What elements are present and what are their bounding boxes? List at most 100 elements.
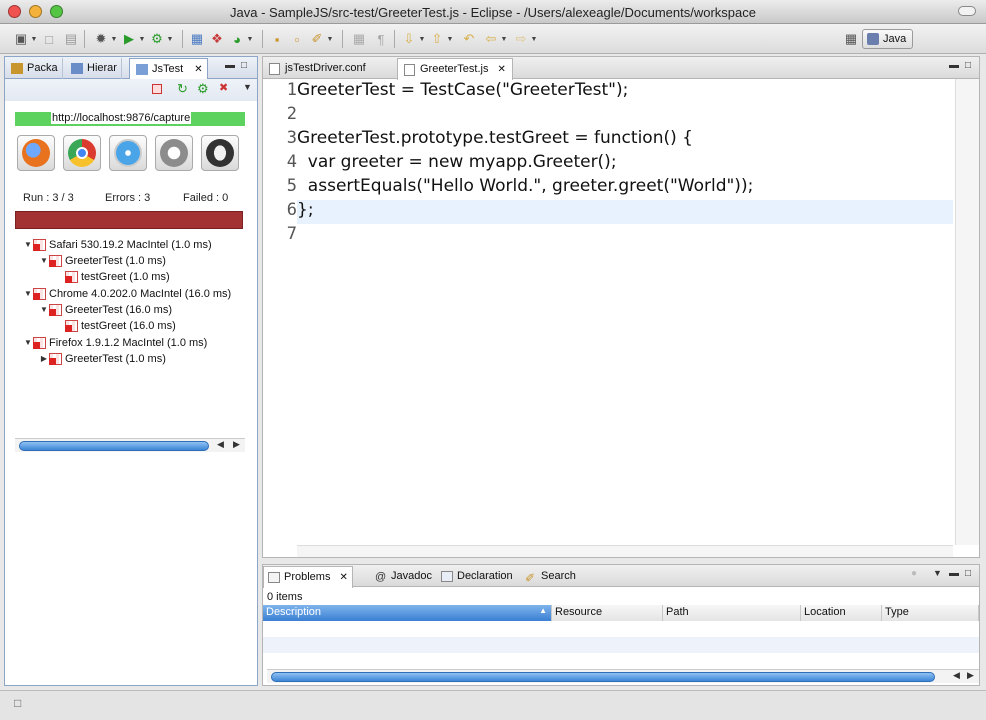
tab-search[interactable]: ✐ Search bbox=[521, 566, 580, 587]
scrollbar-thumb[interactable] bbox=[19, 441, 209, 451]
new-class-icon[interactable]: ◕ bbox=[228, 30, 246, 48]
new-dropdown-icon[interactable]: ▼ bbox=[30, 30, 38, 48]
editor-horizontal-scrollbar[interactable] bbox=[297, 545, 953, 557]
new-package-icon[interactable]: ❖ bbox=[208, 30, 226, 48]
tab-javadoc[interactable]: @ Javadoc bbox=[371, 566, 436, 587]
problems-horizontal-scrollbar[interactable]: ◀ ▶ bbox=[267, 669, 979, 683]
run-icon[interactable]: ▶ bbox=[120, 30, 138, 48]
collapse-toggle-icon[interactable]: ▶ bbox=[39, 354, 49, 363]
stop-server-icon[interactable] bbox=[152, 84, 162, 94]
scrollbar-thumb[interactable] bbox=[271, 672, 935, 682]
tree-node-label: Chrome 4.0.202.0 MacIntel (16.0 ms) bbox=[49, 287, 232, 300]
search-icon[interactable]: ✐ bbox=[308, 30, 326, 48]
back-icon[interactable]: ⇦ bbox=[482, 30, 500, 48]
tab-jstestdriver-conf[interactable]: jsTestDriver.conf bbox=[263, 58, 372, 79]
view-menu-icon[interactable]: ▼ bbox=[933, 568, 942, 578]
code-line[interactable]: assertEquals("Hello World.", greeter.gre… bbox=[297, 176, 754, 196]
save-icon[interactable]: □ bbox=[40, 30, 58, 48]
forward-dropdown-icon[interactable]: ▼ bbox=[530, 30, 538, 48]
java-perspective-button[interactable]: Java bbox=[862, 29, 914, 49]
column-header-location[interactable]: Location bbox=[801, 605, 882, 621]
tree-node-test[interactable]: testGreet (1.0 ms) bbox=[65, 269, 170, 284]
column-label: Resource bbox=[555, 606, 603, 618]
expand-toggle-icon[interactable]: ▼ bbox=[23, 338, 33, 347]
maximize-view-icon[interactable]: □ bbox=[965, 568, 971, 579]
tab-greetertest-js[interactable]: GreeterTest.js ✕ bbox=[397, 58, 513, 80]
reset-browsers-icon[interactable]: ✖ bbox=[219, 81, 228, 94]
expand-toggle-icon[interactable]: ▼ bbox=[23, 240, 33, 249]
print-icon[interactable]: ▤ bbox=[62, 30, 80, 48]
new-class-dropdown-icon[interactable]: ▼ bbox=[246, 30, 254, 48]
debug-icon[interactable]: ✹ bbox=[92, 30, 110, 48]
close-tab-icon[interactable]: ✕ bbox=[340, 572, 348, 583]
maximize-editor-icon[interactable]: □ bbox=[965, 60, 971, 71]
captured-browsers bbox=[17, 135, 239, 171]
scroll-right-arrow[interactable]: ▶ bbox=[233, 439, 240, 450]
code-line[interactable]: GreeterTest.prototype.testGreet = functi… bbox=[297, 128, 693, 148]
tab-package-explorer[interactable]: Packa bbox=[5, 58, 63, 79]
fast-view-icon[interactable]: □ bbox=[14, 696, 21, 710]
tab-jstest[interactable]: JsTest ✕ bbox=[129, 58, 208, 80]
toggle-mark-occurrences-icon[interactable]: ▦ bbox=[350, 30, 368, 48]
last-edit-location-icon[interactable]: ↶ bbox=[460, 30, 478, 48]
open-perspective-icon[interactable]: ▦ bbox=[842, 30, 860, 48]
tab-problems[interactable]: Problems ✕ bbox=[263, 566, 353, 588]
view-menu-icon[interactable]: ▼ bbox=[243, 82, 252, 92]
tree-horizontal-scrollbar[interactable]: ◀ ▶ bbox=[15, 438, 245, 452]
open-type-icon[interactable]: ▪ bbox=[268, 30, 286, 48]
rerun-icon[interactable]: ↻ bbox=[177, 81, 188, 97]
filter-icon[interactable]: ● bbox=[911, 568, 917, 579]
minimize-view-icon[interactable]: ▬ bbox=[949, 568, 959, 579]
tree-node-testcase[interactable]: ▶ GreeterTest (1.0 ms) bbox=[39, 351, 166, 366]
external-tools-icon[interactable]: ⚙ bbox=[148, 30, 166, 48]
editor-vertical-scrollbar[interactable] bbox=[955, 79, 979, 545]
tab-declaration[interactable]: Declaration bbox=[437, 566, 517, 587]
rerun-last-icon[interactable]: ⚙ bbox=[197, 81, 209, 97]
tree-node-testcase[interactable]: ▼ GreeterTest (1.0 ms) bbox=[39, 253, 166, 268]
forward-icon[interactable]: ⇨ bbox=[512, 30, 530, 48]
new-java-project-icon[interactable]: ▦ bbox=[188, 30, 206, 48]
external-tools-dropdown-icon[interactable]: ▼ bbox=[166, 30, 174, 48]
next-annotation-icon[interactable]: ⇩ bbox=[400, 30, 418, 48]
capture-url[interactable]: http://localhost:9876/capture bbox=[51, 112, 192, 124]
column-header-description[interactable]: Description ▲ bbox=[263, 605, 552, 621]
scroll-left-arrow[interactable]: ◀ bbox=[953, 670, 960, 681]
expand-toggle-icon[interactable]: ▼ bbox=[39, 305, 49, 314]
new-icon[interactable]: ▣ bbox=[12, 30, 30, 48]
tree-node-browser[interactable]: ▼ Safari 530.19.2 MacIntel (1.0 ms) bbox=[23, 237, 212, 252]
next-annotation-dropdown-icon[interactable]: ▼ bbox=[418, 30, 426, 48]
maximize-view-icon[interactable]: □ bbox=[241, 60, 247, 71]
scroll-right-arrow[interactable]: ▶ bbox=[967, 670, 974, 681]
code-line[interactable]: var greeter = new myapp.Greeter(); bbox=[297, 152, 617, 172]
tree-node-browser[interactable]: ▼ Firefox 1.9.1.2 MacIntel (1.0 ms) bbox=[23, 335, 207, 350]
column-header-path[interactable]: Path bbox=[663, 605, 801, 621]
show-whitespace-icon[interactable]: ¶ bbox=[372, 30, 390, 48]
expand-toggle-icon[interactable]: ▼ bbox=[23, 289, 33, 298]
column-header-resource[interactable]: Resource bbox=[552, 605, 663, 621]
tree-node-browser[interactable]: ▼ Chrome 4.0.202.0 MacIntel (16.0 ms) bbox=[23, 286, 231, 301]
close-tab-icon[interactable]: ✕ bbox=[498, 64, 506, 75]
items-count: 0 items bbox=[267, 591, 303, 603]
search-dropdown-icon[interactable]: ▼ bbox=[326, 30, 334, 48]
close-tab-icon[interactable]: ✕ bbox=[194, 64, 202, 75]
debug-dropdown-icon[interactable]: ▼ bbox=[110, 30, 118, 48]
tree-node-testcase[interactable]: ▼ GreeterTest (16.0 ms) bbox=[39, 302, 172, 317]
scroll-left-arrow[interactable]: ◀ bbox=[217, 439, 224, 450]
column-header-type[interactable]: Type bbox=[882, 605, 979, 621]
code-line[interactable]: GreeterTest = TestCase("GreeterTest"); bbox=[297, 80, 628, 100]
open-folder-icon[interactable]: ▫ bbox=[288, 30, 306, 48]
previous-annotation-dropdown-icon[interactable]: ▼ bbox=[446, 30, 454, 48]
expand-toggle-icon[interactable]: ▼ bbox=[39, 256, 49, 265]
minimize-view-icon[interactable]: ▬ bbox=[225, 60, 235, 71]
at-icon: @ bbox=[375, 571, 387, 583]
minimize-editor-icon[interactable]: ▬ bbox=[949, 60, 959, 71]
run-dropdown-icon[interactable]: ▼ bbox=[138, 30, 146, 48]
code-line[interactable]: }; bbox=[297, 200, 314, 220]
tab-label: Hierar bbox=[87, 62, 117, 74]
back-dropdown-icon[interactable]: ▼ bbox=[500, 30, 508, 48]
toolbar-separator bbox=[342, 30, 343, 48]
previous-annotation-icon[interactable]: ⇧ bbox=[428, 30, 446, 48]
tab-hierarchy[interactable]: Hierar bbox=[65, 58, 122, 79]
tree-node-test[interactable]: testGreet (16.0 ms) bbox=[65, 318, 176, 333]
toolbar-toggle-button[interactable] bbox=[958, 6, 976, 16]
